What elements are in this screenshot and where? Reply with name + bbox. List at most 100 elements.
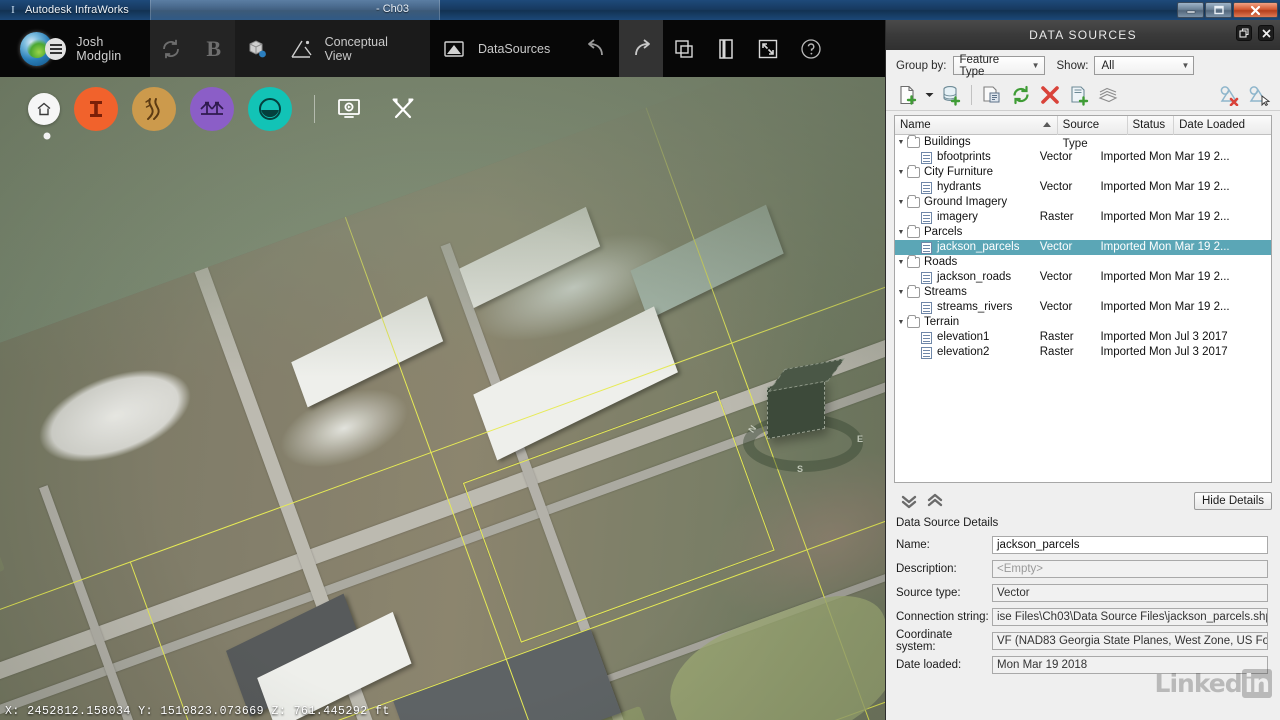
column-header-status[interactable]: Status: [1128, 116, 1175, 135]
hide-details-button[interactable]: Hide Details: [1194, 492, 1272, 510]
document-icon: [921, 211, 932, 224]
model-viewport[interactable]: N S E X: 2452812.158034 Y: 1510823.07366…: [0, 77, 885, 720]
document-icon: [921, 181, 932, 194]
tunnel-tool[interactable]: [248, 87, 292, 131]
tree-row-status-date: Imported Mon Mar 19 2...: [1100, 211, 1230, 223]
column-header-date-loaded[interactable]: Date Loaded: [1174, 116, 1271, 135]
copy-layers-segment[interactable]: [663, 20, 705, 77]
detail-field-input[interactable]: <Empty>: [992, 560, 1268, 578]
home-button[interactable]: [28, 93, 60, 140]
help-question-icon[interactable]: [789, 20, 833, 77]
tree-item-row[interactable]: streams_rivers Vector Imported Mon Mar 19 …: [895, 300, 1271, 315]
detail-field-input[interactable]: jackson_parcels: [992, 536, 1268, 554]
tree-item-row[interactable]: elevation1 Raster Imported Mon Jul 3 2017: [895, 330, 1271, 345]
tree-row-status-date: [1095, 135, 1271, 150]
undo-segment[interactable]: [575, 20, 619, 77]
close-button[interactable]: [1233, 2, 1278, 18]
road-tool[interactable]: [132, 87, 176, 131]
tree-row-source-type: [1035, 165, 1096, 180]
gear-icon[interactable]: [42, 131, 52, 141]
tree-item-row[interactable]: jackson_parcels Vector Imported Mon Mar 19…: [895, 240, 1271, 255]
configure-datasource-button[interactable]: [979, 82, 1005, 108]
toolbar-divider: [314, 95, 315, 123]
show-select[interactable]: All ▼: [1094, 56, 1195, 75]
export-stack-icon[interactable]: [1095, 82, 1121, 108]
sync-icon[interactable]: [150, 20, 193, 77]
bridge-tool[interactable]: [190, 87, 234, 131]
redo-arrow-icon[interactable]: [619, 20, 663, 77]
app-title: Autodesk InfraWorks: [25, 4, 129, 16]
structure-tool[interactable]: [74, 87, 118, 131]
chevron-down-icon[interactable]: ▼: [895, 315, 907, 330]
tree-row-name-cell: bfootprints: [895, 150, 1035, 165]
tree-row-status-date: [1095, 195, 1271, 210]
presentation-monitor-icon[interactable]: [329, 89, 369, 129]
view-cube[interactable]: [767, 376, 825, 440]
fullscreen-segment[interactable]: [747, 20, 789, 77]
tree-row-name-cell: elevation1: [895, 330, 1035, 345]
select-coverage-button[interactable]: [1246, 82, 1272, 108]
tree-group-row[interactable]: ▼ Ground Imagery: [895, 195, 1271, 210]
copy-layers-icon[interactable]: [663, 20, 705, 77]
tree-row-status-date: Imported Mon Mar 19 2...: [1100, 151, 1230, 163]
group-by-label: Group by:: [896, 59, 947, 72]
add-file-dropdown[interactable]: [923, 82, 935, 108]
tree-group-row[interactable]: ▼ Terrain: [895, 315, 1271, 330]
conceptual-view-segment[interactable]: Conceptual View: [235, 20, 430, 77]
bookmark-icon[interactable]: [705, 20, 747, 77]
wrench-screwdriver-icon[interactable]: [383, 89, 423, 129]
data-sources-panel: DATA SOURCES Group by: Feature Type ▼ Sh…: [885, 20, 1280, 720]
model-cube-icon: [235, 20, 280, 77]
tree-group-row[interactable]: ▼ City Furniture: [895, 165, 1271, 180]
chevron-down-icon[interactable]: ▼: [895, 195, 907, 210]
chevron-double-down-icon[interactable]: [896, 490, 922, 512]
chevron-down-icon[interactable]: ▼: [895, 135, 907, 150]
add-file-datasource-button[interactable]: [894, 82, 920, 108]
column-header-source-type[interactable]: Source Type: [1058, 116, 1128, 150]
refresh-datasource-button[interactable]: [1008, 82, 1034, 108]
detail-field-input[interactable]: ise Files\Ch03\Data Source Files\jackson…: [992, 608, 1268, 626]
chevron-double-up-icon[interactable]: [922, 490, 948, 512]
chevron-down-icon[interactable]: ▼: [895, 285, 907, 300]
tree-group-row[interactable]: ▼ Streams: [895, 285, 1271, 300]
undock-icon[interactable]: [1236, 25, 1252, 41]
chevron-down-icon[interactable]: ▼: [895, 225, 907, 240]
redo-segment[interactable]: [619, 20, 663, 77]
tree-item-row[interactable]: hydrants Vector Imported Mon Mar 19 2...: [895, 180, 1271, 195]
chevron-down-icon[interactable]: ▼: [895, 255, 907, 270]
bold-b-icon[interactable]: B: [193, 20, 236, 77]
column-header-name[interactable]: Name: [895, 116, 1058, 135]
close-icon[interactable]: [1258, 25, 1274, 41]
data-sources-tree[interactable]: Name Source Type Status Date Loaded ▼ Bui…: [894, 115, 1272, 483]
add-database-datasource-button[interactable]: [938, 82, 964, 108]
tree-row-status-date: Imported Mon Jul 3 2017: [1100, 346, 1228, 358]
delete-datasource-button[interactable]: [1037, 82, 1063, 108]
data-source-details-form: Name: jackson_parcels Description: <Empty> S…: [886, 533, 1280, 677]
import-datasource-button[interactable]: [1066, 82, 1092, 108]
tree-item-row[interactable]: jackson_roads Vector Imported Mon Mar 19 2…: [895, 270, 1271, 285]
unrefresh-coverage-button[interactable]: [1217, 82, 1243, 108]
datasources-segment[interactable]: DataSources: [430, 20, 575, 77]
group-by-select[interactable]: Feature Type ▼: [952, 54, 1045, 78]
bookmark-segment[interactable]: [705, 20, 747, 77]
help-segment[interactable]: [789, 20, 833, 77]
detail-field-input[interactable]: VF (NAD83 Georgia State Planes, West Zon…: [992, 632, 1268, 650]
view-cube-widget[interactable]: N S E: [735, 372, 885, 502]
tree-row-source-type: Raster: [1039, 211, 1074, 223]
document-icon: [921, 301, 932, 314]
tree-item-row[interactable]: imagery Raster Imported Mon Mar 19 2...: [895, 210, 1271, 225]
minimize-button[interactable]: [1177, 2, 1204, 18]
tree-group-row[interactable]: ▼ Roads: [895, 255, 1271, 270]
tree-group-row[interactable]: ▼ Parcels: [895, 225, 1271, 240]
tree-row-name-cell: elevation2: [895, 345, 1035, 360]
detail-field-input[interactable]: Vector: [992, 584, 1268, 602]
chevron-down-icon[interactable]: ▼: [895, 165, 907, 180]
data-source-details-title: Data Source Details: [896, 517, 999, 529]
tree-row-source-type: Vector: [1039, 301, 1073, 313]
tree-item-row[interactable]: elevation2 Raster Imported Mon Jul 3 2017: [895, 345, 1271, 360]
fullscreen-icon[interactable]: [747, 20, 789, 77]
datasources-icon: [430, 20, 478, 77]
main-menu-icon[interactable]: [44, 37, 67, 60]
maximize-button[interactable]: [1205, 2, 1232, 18]
undo-arrow-icon[interactable]: [575, 20, 619, 77]
